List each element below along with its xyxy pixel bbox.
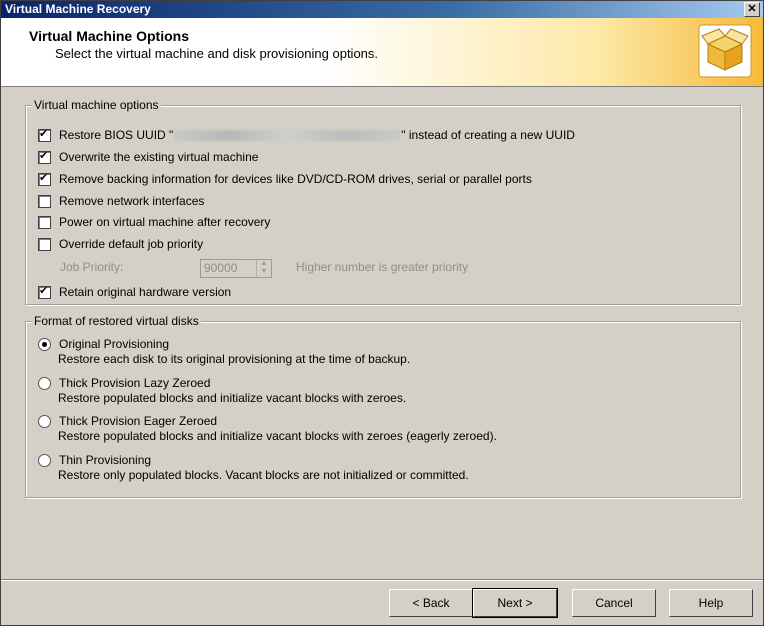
overwrite-checkbox[interactable] bbox=[38, 149, 51, 164]
remove-network-label: Remove network interfaces bbox=[59, 194, 205, 208]
radio-thick-lazy[interactable]: Thick Provision Lazy Zeroed bbox=[38, 376, 210, 390]
redacted-uuid bbox=[174, 129, 401, 141]
remove-network-checkbox-row[interactable]: Remove network interfaces bbox=[38, 194, 204, 208]
radio-label: Thick Provision Eager Zeroed bbox=[59, 414, 218, 428]
restore-uuid-checkbox-row[interactable]: Restore BIOS UUID " " instead of creating… bbox=[38, 127, 575, 142]
job-priority-value: 90000 bbox=[204, 261, 238, 275]
radio-description: Restore populated blocks and initialize … bbox=[58, 429, 497, 443]
close-icon[interactable]: ✕ bbox=[744, 2, 760, 17]
page-title: Virtual Machine Options bbox=[29, 28, 189, 44]
wizard-window: Virtual Machine Recovery ✕ Virtual Machi… bbox=[0, 0, 764, 626]
spin-up-icon: ▲ bbox=[260, 260, 268, 267]
radio-description: Restore each disk to its original provis… bbox=[58, 352, 411, 366]
remove-network-checkbox[interactable] bbox=[38, 194, 51, 208]
job-priority-spinner: 90000 ▲ ▼ bbox=[200, 259, 272, 278]
window-title: Virtual Machine Recovery bbox=[5, 2, 151, 16]
remove-backing-checkbox[interactable] bbox=[38, 171, 51, 186]
radio-description: Restore populated blocks and initialize … bbox=[58, 391, 407, 405]
remove-backing-checkbox-row[interactable]: Remove backing information for devices l… bbox=[38, 171, 532, 186]
restore-uuid-label-suffix: " instead of creating a new UUID bbox=[401, 128, 575, 142]
radio-description: Restore only populated blocks. Vacant bl… bbox=[58, 468, 469, 482]
job-priority-hint: Higher number is greater priority bbox=[296, 260, 469, 274]
power-on-label: Power on virtual machine after recovery bbox=[59, 215, 271, 229]
help-button[interactable]: Help bbox=[669, 589, 753, 617]
retain-hw-label: Retain original hardware version bbox=[59, 285, 232, 299]
power-on-checkbox-row[interactable]: Power on virtual machine after recovery bbox=[38, 215, 270, 229]
page-subtitle: Select the virtual machine and disk prov… bbox=[55, 46, 379, 61]
spinner-arrows: ▲ ▼ bbox=[256, 260, 271, 277]
radio-button[interactable] bbox=[38, 453, 51, 467]
radio-label: Thin Provisioning bbox=[59, 453, 152, 467]
radio-button[interactable] bbox=[38, 337, 51, 351]
restore-uuid-label-prefix: Restore BIOS UUID " bbox=[59, 128, 174, 142]
button-separator bbox=[1, 579, 763, 581]
cancel-button[interactable]: Cancel bbox=[572, 589, 656, 617]
disk-format-legend: Format of restored virtual disks bbox=[32, 314, 201, 328]
title-bar[interactable]: Virtual Machine Recovery ✕ bbox=[1, 1, 763, 18]
radio-label: Original Provisioning bbox=[59, 337, 170, 351]
package-box-icon bbox=[698, 24, 752, 78]
radio-original-provisioning[interactable]: Original Provisioning bbox=[38, 337, 169, 351]
override-priority-checkbox-row[interactable]: Override default job priority bbox=[38, 237, 203, 251]
radio-thick-eager[interactable]: Thick Provision Eager Zeroed bbox=[38, 414, 217, 428]
radio-thin-provisioning[interactable]: Thin Provisioning bbox=[38, 453, 151, 467]
radio-label: Thick Provision Lazy Zeroed bbox=[59, 376, 211, 390]
retain-hw-checkbox-row[interactable]: Retain original hardware version bbox=[38, 284, 232, 299]
spin-down-icon: ▼ bbox=[260, 268, 268, 275]
remove-backing-label: Remove backing information for devices l… bbox=[59, 172, 532, 186]
restore-uuid-checkbox[interactable] bbox=[38, 127, 51, 142]
vm-options-legend: Virtual machine options bbox=[32, 98, 161, 112]
overwrite-checkbox-row[interactable]: Overwrite the existing virtual machine bbox=[38, 149, 259, 164]
overwrite-label: Overwrite the existing virtual machine bbox=[59, 150, 259, 164]
wizard-header: Virtual Machine Options Select the virtu… bbox=[1, 18, 763, 87]
job-priority-label: Job Priority: bbox=[60, 260, 124, 274]
next-button[interactable]: Next > bbox=[472, 588, 558, 618]
override-priority-checkbox[interactable] bbox=[38, 237, 51, 251]
power-on-checkbox[interactable] bbox=[38, 215, 51, 229]
radio-button[interactable] bbox=[38, 414, 51, 428]
override-priority-label: Override default job priority bbox=[59, 237, 204, 251]
back-button[interactable]: < Back bbox=[389, 589, 473, 617]
retain-hw-checkbox[interactable] bbox=[38, 284, 51, 299]
radio-button[interactable] bbox=[38, 376, 51, 390]
